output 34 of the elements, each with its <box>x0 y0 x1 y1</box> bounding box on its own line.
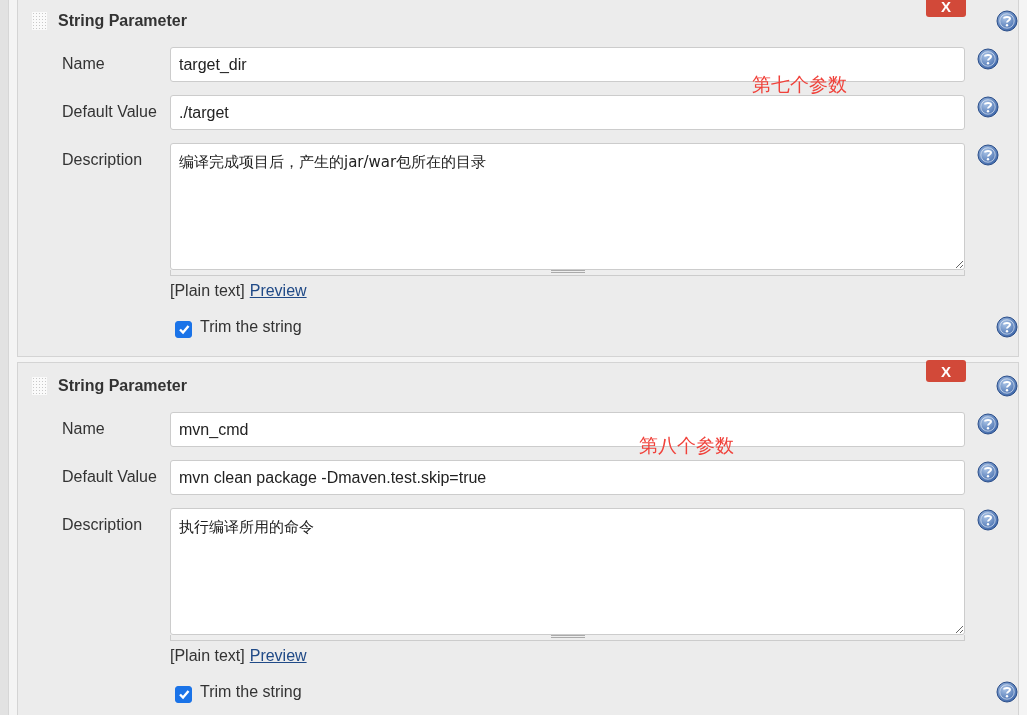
help-icon[interactable] <box>996 316 1018 338</box>
preview-link[interactable]: Preview <box>249 647 307 665</box>
text-field[interactable]: mvn clean package -Dmaven.test.skip=true <box>170 460 965 495</box>
help-icon[interactable] <box>977 144 999 166</box>
field-label: Default Value <box>62 467 158 486</box>
format-label: [Plain text] <box>170 647 245 665</box>
help-icon[interactable] <box>977 509 999 531</box>
help-icon[interactable] <box>977 413 999 435</box>
checkbox[interactable] <box>175 320 192 338</box>
field-label: Name <box>62 54 106 73</box>
parameter-title: String Parameter <box>58 377 187 395</box>
help-icon[interactable] <box>996 375 1018 397</box>
help-icon[interactable] <box>977 96 999 118</box>
preview-link[interactable]: Preview <box>249 282 307 300</box>
checkbox-label: Trim the string <box>200 683 302 701</box>
field-label: Description <box>62 150 144 169</box>
parameter-title: String Parameter <box>58 12 187 30</box>
drag-handle-icon[interactable] <box>32 12 47 30</box>
field-label: Name <box>62 419 106 438</box>
help-icon[interactable] <box>977 48 999 70</box>
help-icon[interactable] <box>977 461 999 483</box>
format-label: [Plain text] <box>170 282 245 300</box>
field-label: Description <box>62 515 144 534</box>
field-label: Default Value <box>62 102 158 121</box>
text-field[interactable]: ./target <box>170 95 965 130</box>
delete-button[interactable]: X <box>926 360 966 382</box>
description-textarea[interactable]: 编译完成项目后，产生的jar/war包所在的目录 <box>170 143 965 270</box>
checkbox-label: Trim the string <box>200 318 302 336</box>
help-icon[interactable] <box>996 10 1018 32</box>
delete-button[interactable]: X <box>926 0 966 17</box>
drag-handle-icon[interactable] <box>32 377 47 395</box>
description-textarea[interactable]: 执行编译所用的命令 <box>170 508 965 635</box>
checkbox[interactable] <box>175 685 192 703</box>
help-icon[interactable] <box>996 681 1018 703</box>
